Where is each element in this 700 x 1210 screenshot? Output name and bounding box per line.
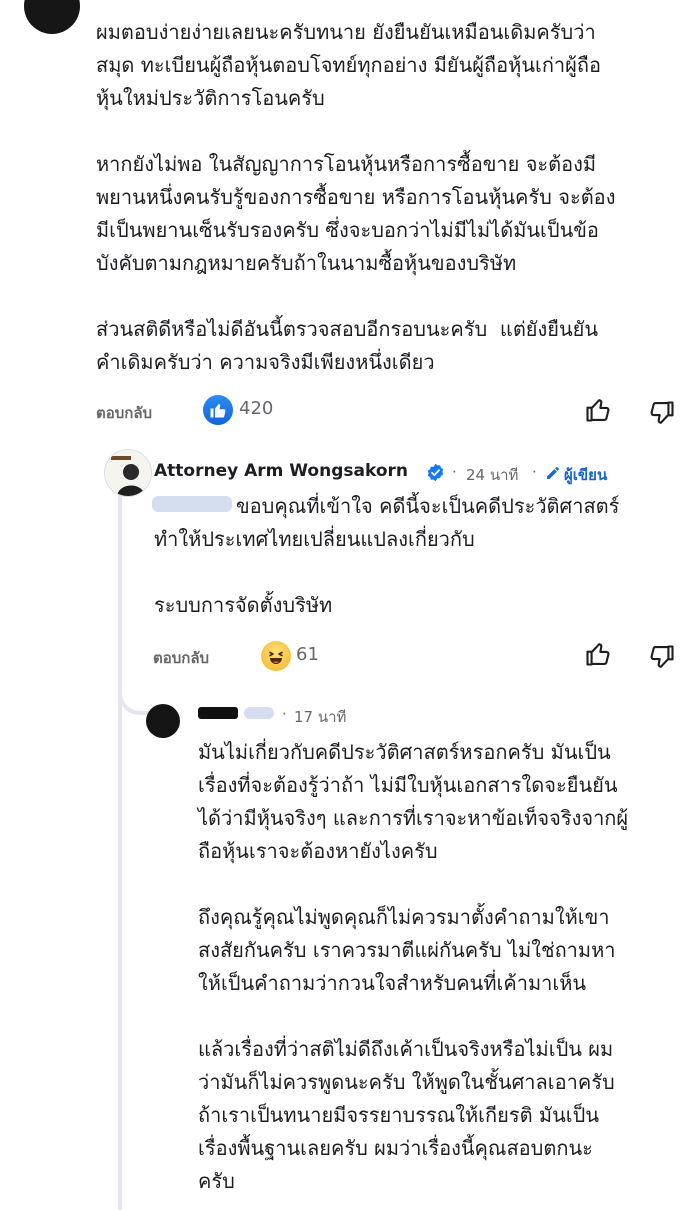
thread-line-bottom: [118, 1170, 122, 1210]
verified-badge-icon: [427, 463, 444, 482]
comment-2-dot-2: ·: [532, 463, 537, 481]
redacted-name-blur: [244, 707, 274, 719]
commenter-avatar[interactable]: [24, 0, 80, 34]
comment-2-text: ขอบคุณที่เข้าใจ คดีนี้จะเป็นคดีประวัติศา…: [154, 494, 620, 617]
haha-reaction-icon: [261, 641, 291, 671]
comment-2-timestamp[interactable]: 24 นาที: [466, 463, 518, 487]
thumbs-down-icon[interactable]: [648, 643, 676, 671]
comment-2-dot: ·: [452, 463, 457, 481]
comment-3-timestamp[interactable]: 17 นาที: [294, 705, 346, 729]
pencil-icon: [547, 467, 559, 479]
comment-1-reaction-count[interactable]: 420: [239, 398, 273, 419]
author-tag: ผู้เขียน: [564, 466, 608, 484]
thumbs-down-icon[interactable]: [648, 399, 676, 427]
like-reaction-icon: [203, 395, 233, 425]
comment-3-text: มันไม่เกี่ยวกับคดีประวัติศาสตร์หรอกครับ …: [198, 740, 629, 1193]
comment-2-reply-button[interactable]: ตอบกลับ: [153, 646, 209, 670]
author-avatar[interactable]: [104, 449, 152, 497]
thumbs-up-icon[interactable]: [584, 396, 612, 424]
comment-1-reply-button[interactable]: ตอบกลับ: [96, 401, 152, 425]
comment-2-author-name[interactable]: Attorney Arm Wongsakorn: [154, 461, 408, 481]
redacted-name: [198, 707, 238, 719]
thread-line: [118, 462, 122, 1202]
thumbs-up-icon[interactable]: [584, 640, 612, 668]
comment-3-dot: ·: [282, 705, 287, 723]
commenter-avatar-2[interactable]: [146, 704, 180, 738]
comment-1-text: ผมตอบง่ายง่ายเลยนะครับทนาย ยังยืนยันเหมื…: [96, 20, 616, 374]
comment-2-reaction-count[interactable]: 61: [296, 644, 319, 665]
